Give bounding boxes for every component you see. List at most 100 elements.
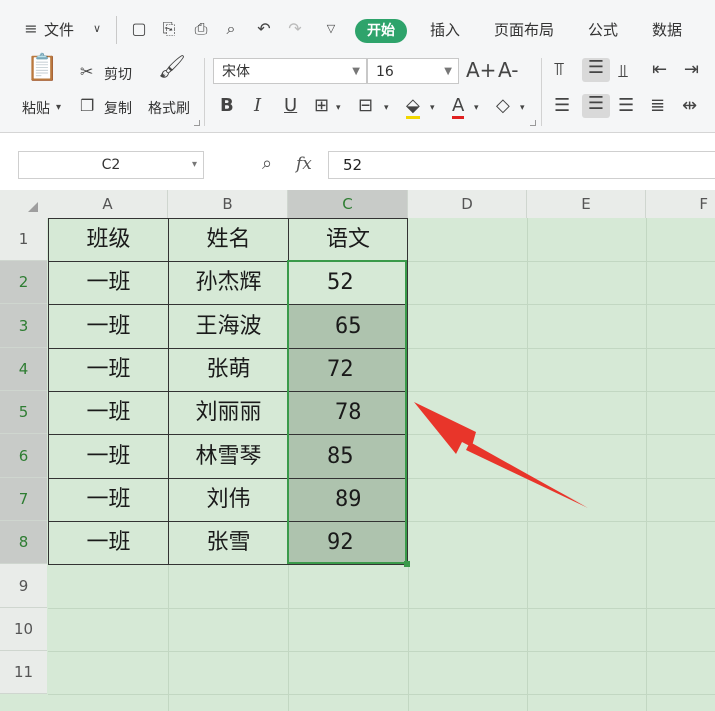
- justify-icon[interactable]: ≣: [650, 96, 665, 116]
- column-header-c[interactable]: C: [288, 190, 408, 218]
- chevron-down-icon: ▼: [352, 66, 360, 77]
- zoom-formula-icon[interactable]: ⌕: [262, 153, 272, 174]
- italic-button[interactable]: I: [254, 96, 261, 116]
- cell-a8[interactable]: 一班: [48, 521, 169, 565]
- font-color-icon[interactable]: A: [452, 96, 465, 119]
- cut-button[interactable]: 剪切: [104, 64, 132, 84]
- hamburger-icon[interactable]: ≡: [22, 20, 40, 38]
- gridline: [48, 694, 715, 695]
- tab-insert[interactable]: 插入: [430, 19, 460, 40]
- cell-a3[interactable]: 一班: [48, 304, 169, 349]
- font-name-value: 宋体: [222, 64, 250, 80]
- fill-color-icon[interactable]: ⬙: [406, 96, 420, 119]
- cell-a6[interactable]: 一班: [48, 434, 169, 479]
- scissors-icon[interactable]: ✂: [80, 62, 93, 82]
- chevron-down-icon[interactable]: ▾: [56, 98, 61, 118]
- decrease-indent-icon[interactable]: ⇤: [652, 60, 667, 80]
- print-icon[interactable]: ⎙: [192, 20, 210, 38]
- cell-b8[interactable]: 张雪: [168, 521, 289, 565]
- cell-a2[interactable]: 一班: [48, 261, 169, 305]
- tab-home[interactable]: 开始: [355, 19, 407, 43]
- cell-a5[interactable]: 一班: [48, 391, 169, 435]
- align-center-icon[interactable]: ☰: [582, 94, 610, 118]
- row-header-6[interactable]: 6: [0, 434, 47, 478]
- cell-a7[interactable]: 一班: [48, 478, 169, 522]
- merge-cells-icon[interactable]: ⊟: [358, 96, 373, 116]
- column-header-d[interactable]: D: [408, 190, 527, 218]
- paste-button[interactable]: 粘贴: [22, 98, 50, 118]
- cell-b5[interactable]: 刘丽丽: [168, 391, 289, 435]
- column-header-a[interactable]: A: [48, 190, 168, 218]
- spreadsheet-grid[interactable]: A B C D E F 1 2 3 4 5 6 7 8 9 10 11 班级 姓…: [0, 190, 715, 711]
- paste-icon[interactable]: 📋: [26, 55, 58, 81]
- align-left-icon[interactable]: ☰: [554, 96, 570, 116]
- font-name-select[interactable]: 宋体 ▼: [213, 58, 367, 84]
- row-header-1[interactable]: 1: [0, 218, 47, 261]
- row-header-8[interactable]: 8: [0, 521, 47, 564]
- tab-data[interactable]: 数据: [652, 19, 682, 40]
- cell-c1[interactable]: 语文: [288, 218, 408, 262]
- cell-b6[interactable]: 林雪琴: [168, 434, 289, 479]
- column-header-f[interactable]: F: [646, 190, 715, 218]
- cell-b2[interactable]: 孙杰辉: [168, 261, 289, 305]
- cell-b3[interactable]: 王海波: [168, 304, 289, 349]
- group-expander[interactable]: [194, 120, 200, 126]
- menu-file[interactable]: 文件: [44, 19, 74, 40]
- row-header-5[interactable]: 5: [0, 391, 47, 434]
- copy-icon[interactable]: ❐: [80, 96, 94, 116]
- name-box[interactable]: C2 ▾: [18, 151, 204, 179]
- row-header-11[interactable]: 11: [0, 651, 47, 694]
- fx-icon[interactable]: fx: [296, 154, 312, 174]
- export-pdf-icon[interactable]: ⎘: [160, 20, 178, 38]
- column-header-b[interactable]: B: [168, 190, 288, 218]
- more-chevron-icon[interactable]: ▽: [322, 20, 340, 38]
- align-right-icon[interactable]: ☰: [618, 96, 634, 116]
- row-header-7[interactable]: 7: [0, 478, 47, 521]
- gridline: [408, 348, 715, 349]
- distributed-align-icon[interactable]: ⇹: [682, 96, 697, 116]
- row-header-9[interactable]: 9: [0, 564, 47, 608]
- cell-a4[interactable]: 一班: [48, 348, 169, 392]
- tab-formula[interactable]: 公式: [588, 19, 618, 40]
- formula-input[interactable]: 52: [328, 151, 715, 179]
- chevron-down-icon[interactable]: ▾: [520, 98, 525, 118]
- chevron-down-icon[interactable]: ∨: [88, 20, 106, 38]
- column-header-e[interactable]: E: [527, 190, 646, 218]
- chevron-down-icon[interactable]: ▾: [336, 98, 341, 118]
- fill-handle[interactable]: [404, 561, 410, 567]
- cell-b1[interactable]: 姓名: [168, 218, 289, 262]
- eraser-icon[interactable]: ◇: [496, 96, 510, 116]
- save-icon[interactable]: ▢: [130, 20, 148, 38]
- cell-b4[interactable]: 张萌: [168, 348, 289, 392]
- cell-a1[interactable]: 班级: [48, 218, 169, 262]
- print-preview-icon[interactable]: ⌕: [222, 20, 240, 38]
- group-expander[interactable]: [530, 120, 536, 126]
- row-header-10[interactable]: 10: [0, 608, 47, 651]
- border-icon[interactable]: ⊞: [314, 96, 329, 116]
- underline-button[interactable]: U: [284, 96, 297, 116]
- chevron-down-icon[interactable]: ▾: [430, 98, 435, 118]
- gridline: [408, 261, 715, 262]
- undo-icon[interactable]: ↶: [255, 20, 273, 38]
- chevron-down-icon[interactable]: ▾: [384, 98, 389, 118]
- select-all-corner[interactable]: [0, 190, 48, 218]
- increase-indent-icon[interactable]: ⇥: [684, 60, 699, 80]
- font-shrink-icon[interactable]: A-: [498, 60, 518, 80]
- bold-button[interactable]: B: [220, 96, 234, 116]
- gridline: [48, 608, 715, 609]
- redo-icon[interactable]: ↷: [286, 20, 304, 38]
- tab-page-layout[interactable]: 页面布局: [494, 19, 554, 40]
- format-painter-icon[interactable]: 🖌: [158, 57, 186, 79]
- row-header-3[interactable]: 3: [0, 304, 47, 348]
- align-bottom-icon[interactable]: ⫫: [618, 62, 628, 82]
- row-header-2[interactable]: 2: [0, 261, 47, 304]
- align-top-icon[interactable]: ⫪: [554, 60, 564, 80]
- chevron-down-icon[interactable]: ▾: [474, 98, 479, 118]
- align-middle-icon[interactable]: ☰: [582, 58, 610, 82]
- font-size-select[interactable]: 16 ▼: [367, 58, 459, 84]
- font-grow-icon[interactable]: A+: [466, 60, 496, 80]
- format-painter-button[interactable]: 格式刷: [148, 98, 190, 118]
- row-header-4[interactable]: 4: [0, 348, 47, 391]
- cell-b7[interactable]: 刘伟: [168, 478, 289, 522]
- copy-button[interactable]: 复制: [104, 98, 132, 118]
